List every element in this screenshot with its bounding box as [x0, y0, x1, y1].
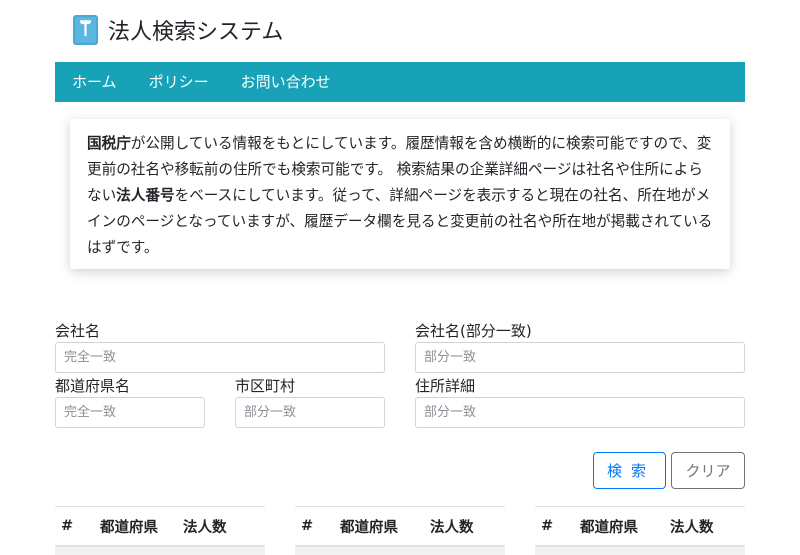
info-text-2: をベースにしています。従って、詳細ページを表示すると現在の社名、所在地がメインの…: [87, 187, 713, 256]
prefecture-table-3: # 都道府県 法人数: [535, 506, 745, 555]
company-name-partial-label: 会社名(部分一致): [415, 322, 532, 340]
address-input[interactable]: [415, 397, 745, 428]
site-title[interactable]: 法人検索システム: [108, 14, 283, 46]
clear-button[interactable]: クリア: [671, 452, 745, 489]
prefecture-table-1: # 都道府県 法人数: [55, 506, 265, 555]
city-label: 市区町村: [235, 377, 296, 395]
site-header: 法人検索システム: [73, 13, 283, 47]
col-prefecture-header: 都道府県: [340, 519, 398, 536]
col-count-header: 法人数: [670, 519, 714, 536]
prefecture-label: 都道府県名: [55, 377, 131, 395]
city-input[interactable]: [235, 397, 385, 428]
nta-bold-text: 国税庁: [87, 135, 131, 152]
table-row: [295, 545, 505, 555]
company-name-input[interactable]: [55, 342, 385, 373]
col-number-header: #: [61, 518, 74, 534]
nav-policy[interactable]: ポリシー: [133, 62, 225, 102]
table-header: # 都道府県 法人数: [295, 506, 505, 545]
col-prefecture-header: 都道府県: [100, 519, 158, 536]
table-header: # 都道府県 法人数: [535, 506, 745, 545]
table-row: [55, 545, 265, 555]
book-icon: [73, 15, 98, 45]
col-count-header: 法人数: [183, 519, 227, 536]
col-number-header: #: [541, 518, 554, 534]
table-row: [535, 545, 745, 555]
info-card: 国税庁が公開している情報をもとにしています。履歴情報を含め横断的に検索可能ですの…: [70, 119, 730, 269]
col-number-header: #: [301, 518, 314, 534]
col-count-header: 法人数: [430, 519, 474, 536]
company-name-partial-input[interactable]: [415, 342, 745, 373]
main-navbar: ホーム ポリシー お問い合わせ: [55, 62, 745, 102]
search-button[interactable]: 検索: [593, 452, 666, 489]
nav-home[interactable]: ホーム: [55, 62, 133, 102]
col-prefecture-header: 都道府県: [580, 519, 638, 536]
nav-contact[interactable]: お問い合わせ: [225, 62, 347, 102]
corporate-number-bold-text: 法人番号: [116, 187, 175, 204]
table-header: # 都道府県 法人数: [55, 506, 265, 545]
address-label: 住所詳細: [415, 377, 476, 395]
prefecture-table-2: # 都道府県 法人数: [295, 506, 505, 555]
company-name-label: 会社名: [55, 322, 101, 340]
prefecture-input[interactable]: [55, 397, 205, 428]
